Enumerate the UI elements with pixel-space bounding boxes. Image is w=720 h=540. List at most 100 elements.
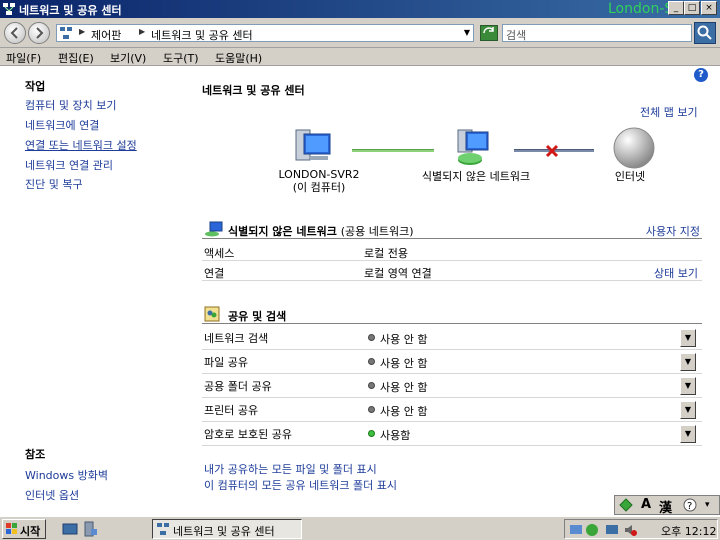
list-item: 네트워크 검색 사용 안 함 ▼ bbox=[202, 326, 702, 350]
back-arrow-icon bbox=[10, 27, 18, 39]
menu-view[interactable]: 보기(V) bbox=[110, 50, 146, 66]
start-button[interactable]: 시작 bbox=[2, 519, 46, 539]
back-button[interactable] bbox=[4, 22, 26, 44]
breadcrumb-network-center[interactable]: 네트워크 및 공유 센터 bbox=[151, 27, 253, 43]
sharing-icon bbox=[204, 306, 220, 322]
clock[interactable]: 오후 12:12 bbox=[661, 523, 716, 539]
share-state: 사용함 bbox=[380, 429, 411, 442]
list-item: 공용 폴더 공유 사용 안 함 ▼ bbox=[202, 374, 702, 398]
share-key: 암호로 보호된 공유 bbox=[204, 428, 292, 441]
taskbar: 시작 네트워크 및 공유 센터 오후 12:12 bbox=[0, 516, 720, 540]
full-map-link[interactable]: 전체 맵 보기 bbox=[640, 104, 698, 120]
main-content: ? 네트워크 및 공유 센터 전체 맵 보기 LONDON-SVR2 (이 컴퓨… bbox=[200, 66, 710, 516]
internet-label: 인터넷 bbox=[614, 170, 646, 183]
task-connect-network[interactable]: 네트워크에 연결 bbox=[25, 117, 99, 133]
status-dot-icon bbox=[368, 382, 375, 389]
share-state: 사용 안 함 bbox=[380, 333, 428, 346]
title-bar: 네트워크 및 공유 센터 London-SVR2 _ □ × bbox=[0, 0, 720, 18]
ime-icon[interactable] bbox=[619, 498, 633, 512]
menu-bar: 파일(F) 편집(E) 보기(V) 도구(T) 도움말(H) bbox=[0, 48, 720, 66]
expand-button[interactable]: ▼ bbox=[680, 353, 696, 371]
refresh-button[interactable] bbox=[480, 25, 498, 41]
taskbar-item-label: 네트워크 및 공유 센터 bbox=[173, 525, 275, 538]
tray-network-icon[interactable] bbox=[569, 523, 583, 537]
row-value: 로컬 전용 bbox=[364, 247, 408, 260]
share-key: 공용 폴더 공유 bbox=[204, 380, 272, 393]
forward-button[interactable] bbox=[28, 22, 50, 44]
menu-tools[interactable]: 도구(T) bbox=[163, 50, 199, 66]
task-setup-connection[interactable]: 연결 또는 네트워크 설정 bbox=[25, 137, 137, 153]
share-state: 사용 안 함 bbox=[380, 381, 428, 394]
network-center-icon bbox=[3, 3, 15, 15]
breadcrumb-control-panel[interactable]: 제어판 bbox=[91, 27, 121, 43]
breadcrumb[interactable]: ▶ 제어판 ▶ 네트워크 및 공유 센터 ▼ bbox=[56, 24, 474, 42]
search-icon bbox=[697, 25, 712, 40]
chevron-right-icon[interactable]: ▶ bbox=[139, 27, 145, 36]
help-icon[interactable]: ? bbox=[683, 498, 697, 512]
tray-check-icon[interactable] bbox=[585, 523, 599, 537]
search-placeholder: 검색 bbox=[506, 29, 527, 42]
ime-lang[interactable]: A bbox=[641, 497, 651, 512]
share-key: 네트워크 검색 bbox=[204, 332, 269, 345]
expand-button[interactable]: ▼ bbox=[680, 401, 696, 419]
list-item: 암호로 보호된 공유 사용함 ▼ bbox=[202, 422, 702, 446]
network-icon[interactable] bbox=[452, 128, 496, 168]
chevron-right-icon[interactable]: ▶ bbox=[79, 27, 85, 36]
menu-help[interactable]: 도움말(H) bbox=[215, 50, 262, 66]
start-label: 시작 bbox=[20, 525, 41, 538]
show-shared-folders-link[interactable]: 이 컴퓨터의 모든 공유 네트워크 폴더 표시 bbox=[204, 477, 397, 493]
page-title: 네트워크 및 공유 센터 bbox=[202, 84, 305, 97]
search-button[interactable] bbox=[694, 22, 716, 44]
network-center-icon bbox=[157, 523, 169, 535]
close-button[interactable]: × bbox=[701, 1, 717, 15]
connector-local bbox=[352, 149, 434, 152]
menu-file[interactable]: 파일(F) bbox=[6, 50, 41, 66]
window-title: 네트워크 및 공유 센터 bbox=[19, 4, 122, 17]
minimize-button[interactable]: _ bbox=[668, 1, 684, 15]
expand-button[interactable]: ▼ bbox=[680, 377, 696, 395]
refresh-icon bbox=[483, 27, 494, 34]
computer-icon[interactable] bbox=[292, 128, 336, 168]
row-value: 로컬 영역 연결 bbox=[364, 267, 432, 280]
internet-globe-icon[interactable] bbox=[612, 126, 656, 170]
network-panel-title: 식별되지 않은 네트워크 (공용 네트워크) bbox=[228, 225, 414, 238]
view-status-link[interactable]: 상태 보기 bbox=[654, 265, 698, 281]
chevron-down-icon[interactable]: ▼ bbox=[464, 28, 470, 37]
status-dot-icon bbox=[368, 358, 375, 365]
show-desktop-icon[interactable] bbox=[62, 521, 78, 537]
help-icon[interactable]: ? bbox=[694, 68, 708, 82]
ime-hanja[interactable]: 漢 bbox=[659, 497, 672, 516]
server-manager-icon[interactable] bbox=[82, 521, 98, 537]
task-pane: 작업 컴퓨터 및 장치 보기 네트워크에 연결 연결 또는 네트워크 설정 네트… bbox=[0, 66, 190, 516]
taskbar-item-network-center[interactable]: 네트워크 및 공유 센터 bbox=[152, 519, 302, 539]
link-internet-options[interactable]: 인터넷 옵션 bbox=[25, 487, 79, 503]
task-view-computers[interactable]: 컴퓨터 및 장치 보기 bbox=[25, 97, 116, 113]
maximize-button[interactable]: □ bbox=[684, 1, 700, 15]
tray-monitor-icon[interactable] bbox=[605, 523, 619, 537]
row-key: 액세스 bbox=[204, 247, 235, 260]
forward-arrow-icon bbox=[36, 27, 44, 39]
link-windows-firewall[interactable]: Windows 방화벽 bbox=[25, 467, 108, 483]
share-state: 사용 안 함 bbox=[380, 357, 428, 370]
chevron-down-icon[interactable]: ▾ bbox=[705, 500, 710, 510]
task-diagnose-repair[interactable]: 진단 및 복구 bbox=[25, 176, 83, 192]
menu-edit[interactable]: 편집(E) bbox=[58, 50, 94, 66]
network-center-icon bbox=[60, 27, 72, 39]
language-bar[interactable]: A 漢 ? ▾ bbox=[614, 495, 720, 516]
list-item: 프린터 공유 사용 안 함 ▼ bbox=[202, 398, 702, 422]
expand-button[interactable]: ▼ bbox=[680, 425, 696, 443]
windows-logo-icon bbox=[6, 523, 17, 534]
address-bar: ▶ 제어판 ▶ 네트워크 및 공유 센터 ▼ 검색 bbox=[0, 18, 720, 48]
list-item: 파일 공유 사용 안 함 ▼ bbox=[202, 350, 702, 374]
customize-link[interactable]: 사용자 지정 bbox=[646, 223, 700, 239]
svg-text:?: ? bbox=[687, 501, 692, 512]
tray-sound-muted-icon[interactable] bbox=[623, 523, 637, 537]
expand-button[interactable]: ▼ bbox=[680, 329, 696, 347]
see-also-heading: 참조 bbox=[25, 448, 46, 461]
show-my-shared-files-link[interactable]: 내가 공유하는 모든 파일 및 폴더 표시 bbox=[204, 461, 377, 477]
network-icon bbox=[205, 221, 223, 237]
tasks-heading: 작업 bbox=[25, 80, 46, 93]
task-manage-connections[interactable]: 네트워크 연결 관리 bbox=[25, 157, 113, 173]
table-row: 연결 로컬 영역 연결 상태 보기 bbox=[202, 261, 702, 281]
search-input[interactable]: 검색 bbox=[502, 24, 692, 42]
